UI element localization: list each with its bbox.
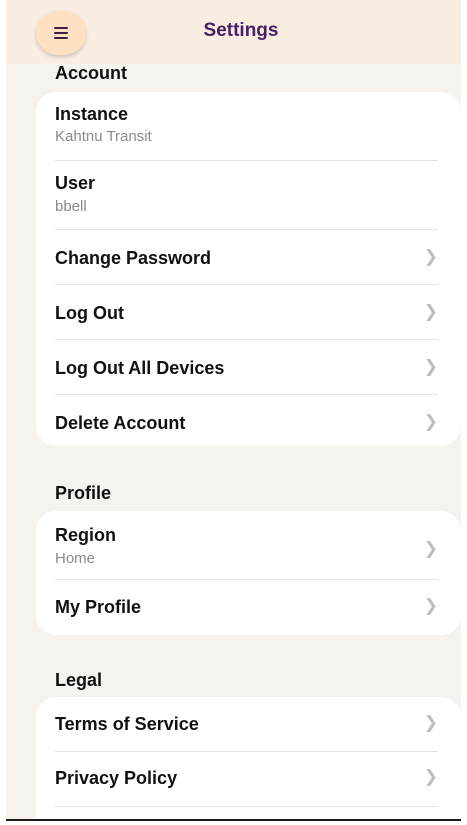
chevron-right-icon: ❯: [423, 596, 438, 615]
log-out-all-devices-label: Log Out All Devices: [55, 358, 225, 378]
settings-screen: Settings Account Instance Kahtnu Transit…: [6, 0, 461, 821]
instance-label: Instance: [55, 104, 129, 124]
terms-of-service-label: Terms of Service: [55, 714, 199, 734]
change-password-label: Change Password: [55, 248, 212, 268]
change-password-row[interactable]: Change Password ❯: [55, 230, 438, 285]
delete-account-label: Delete Account: [55, 413, 186, 433]
chevron-right-icon: ❯: [423, 247, 438, 266]
privacy-policy-label: Privacy Policy: [55, 768, 178, 788]
section-title-account: Account: [55, 63, 127, 83]
log-out-row[interactable]: Log Out ❯: [55, 285, 438, 340]
page-title: Settings: [203, 20, 279, 41]
chevron-right-icon: ❯: [423, 767, 438, 786]
region-row[interactable]: Region Home ❯: [55, 521, 438, 580]
user-value: bbell: [55, 198, 87, 215]
log-out-label: Log Out: [55, 303, 124, 323]
terms-of-service-row[interactable]: Terms of Service ❯: [55, 697, 438, 752]
legal-card: Terms of Service ❯ Privacy Policy ❯: [36, 697, 461, 819]
delete-account-row[interactable]: Delete Account ❯: [55, 395, 438, 449]
my-profile-label: My Profile: [55, 597, 142, 617]
instance-value: Kahtnu Transit: [55, 128, 152, 145]
account-card: Instance Kahtnu Transit User bbell Chang…: [36, 92, 461, 446]
user-row: User bbell: [55, 161, 438, 230]
chevron-right-icon: ❯: [423, 713, 438, 732]
user-label: User: [55, 173, 96, 193]
chevron-right-icon: ❯: [423, 357, 438, 376]
section-title-legal: Legal: [55, 670, 103, 690]
chevron-right-icon: ❯: [423, 412, 438, 431]
instance-row: Instance Kahtnu Transit: [55, 102, 438, 161]
region-value: Home: [55, 550, 96, 567]
privacy-policy-row[interactable]: Privacy Policy ❯: [55, 752, 438, 807]
chevron-right-icon: ❯: [423, 539, 438, 558]
my-profile-row[interactable]: My Profile ❯: [55, 580, 438, 634]
section-title-profile: Profile: [55, 483, 112, 503]
chevron-right-icon: ❯: [423, 302, 438, 321]
log-out-all-devices-row[interactable]: Log Out All Devices ❯: [55, 340, 438, 395]
profile-card: Region Home ❯ My Profile ❯: [36, 511, 461, 635]
region-label: Region: [55, 525, 116, 545]
header-bar: Settings: [6, 0, 461, 64]
